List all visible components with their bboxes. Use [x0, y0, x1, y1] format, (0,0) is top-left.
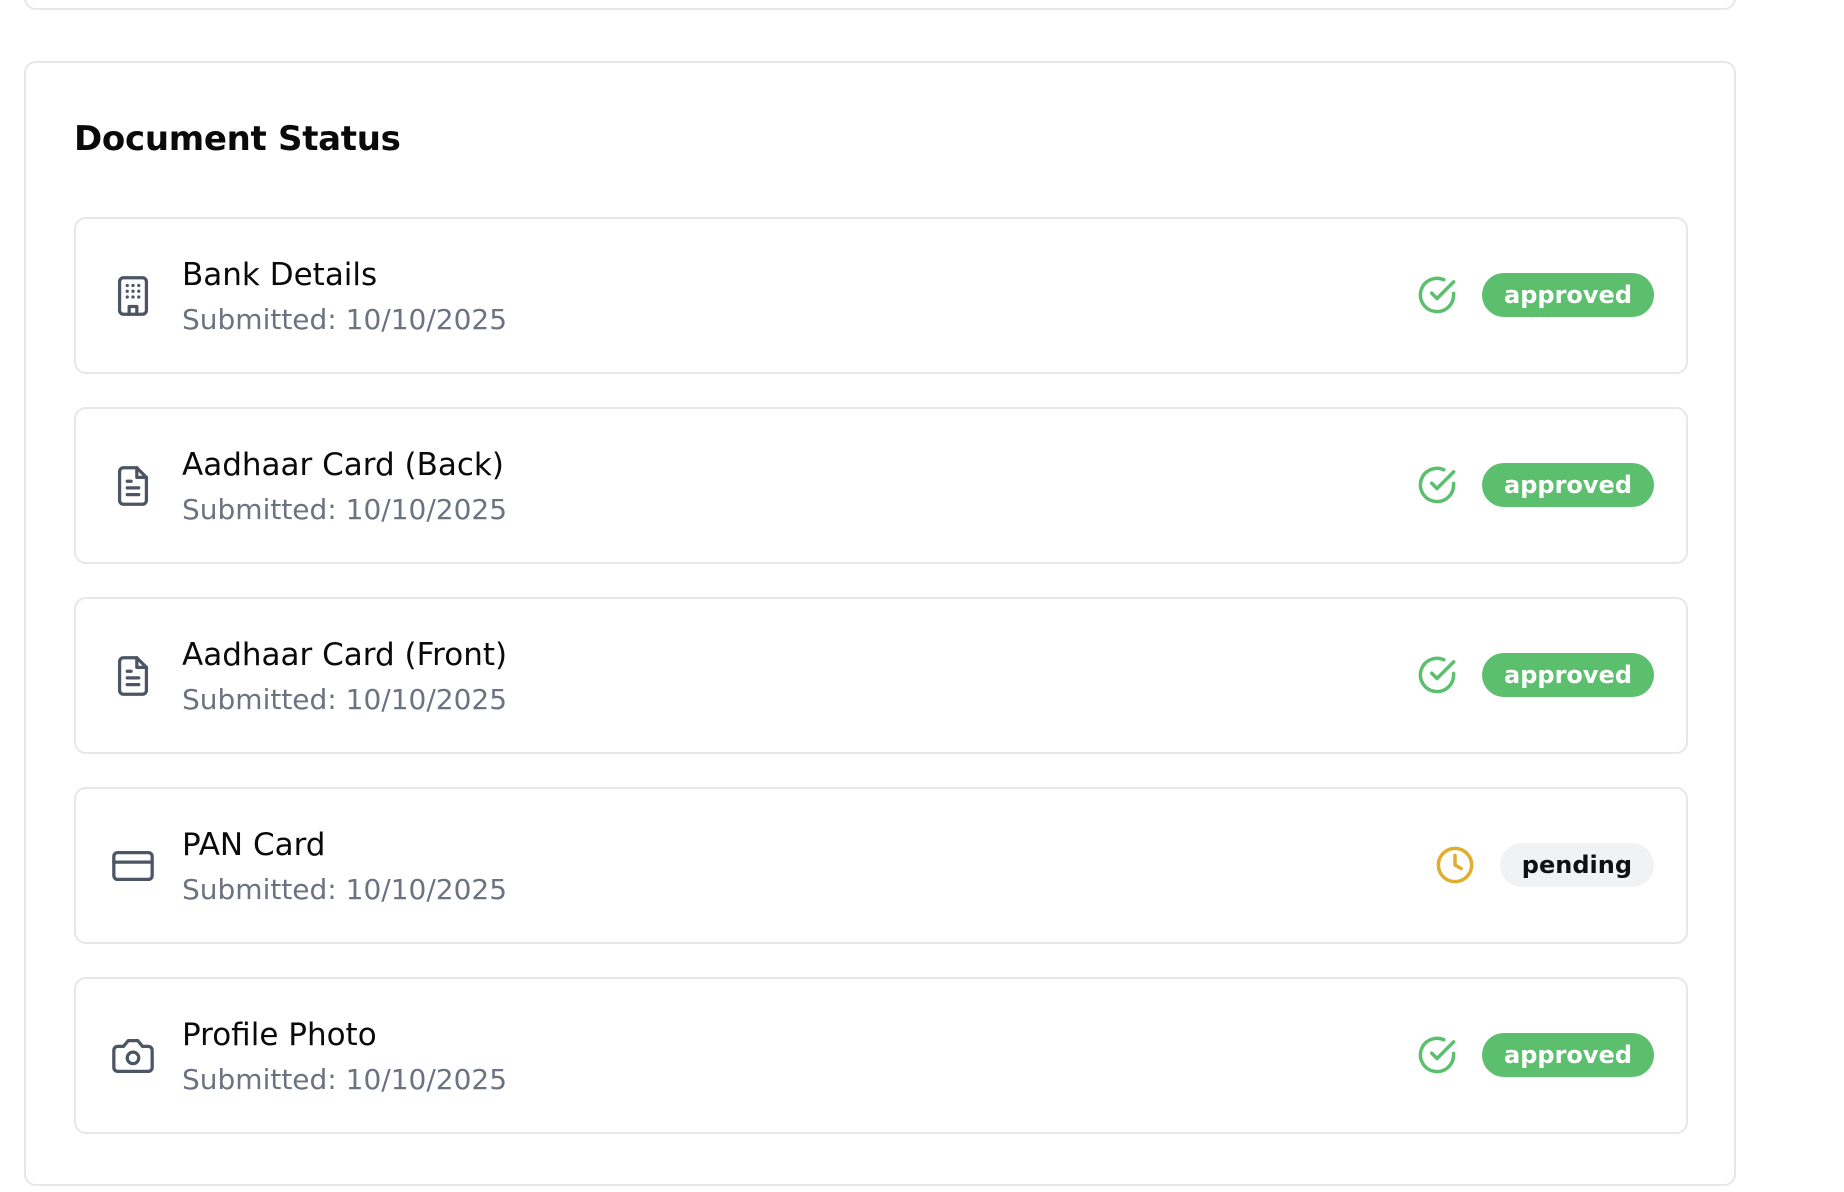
submitted-date: Submitted: 10/10/2025 [182, 493, 508, 526]
credit-card-icon [110, 843, 156, 889]
file-text-icon [110, 653, 156, 699]
document-name: Aadhaar Card (Front) [182, 637, 508, 673]
document-row-bank-details[interactable]: Bank Details Submitted: 10/10/2025 appro… [74, 217, 1688, 374]
status-badge: pending [1499, 843, 1654, 887]
status-badge: approved [1482, 273, 1654, 317]
status-group: pending [1434, 843, 1654, 887]
status-group: approved [1416, 273, 1654, 317]
submitted-date: Submitted: 10/10/2025 [182, 303, 508, 336]
document-row-aadhaar-back[interactable]: Aadhaar Card (Back) Submitted: 10/10/202… [74, 407, 1688, 564]
previous-card [24, 0, 1736, 10]
status-badge: approved [1482, 653, 1654, 697]
file-text-icon [110, 463, 156, 509]
document-status-card: Document Status Bank Details Submitted: … [24, 61, 1736, 1186]
submitted-date: Submitted: 10/10/2025 [182, 873, 508, 906]
check-circle-icon [1416, 654, 1458, 696]
check-circle-icon [1416, 274, 1458, 316]
check-circle-icon [1416, 1034, 1458, 1076]
status-group: approved [1416, 463, 1654, 507]
document-row-pan-card[interactable]: PAN Card Submitted: 10/10/2025 pending [74, 787, 1688, 944]
document-name: PAN Card [182, 827, 326, 863]
document-row-profile-photo[interactable]: Profile Photo Submitted: 10/10/2025 appr… [74, 977, 1688, 1134]
building-icon [110, 273, 156, 319]
camera-icon [110, 1033, 156, 1079]
document-row-aadhaar-front[interactable]: Aadhaar Card (Front) Submitted: 10/10/20… [74, 597, 1688, 754]
status-badge: approved [1482, 1033, 1654, 1077]
submitted-date: Submitted: 10/10/2025 [182, 683, 508, 716]
check-circle-icon [1416, 464, 1458, 506]
status-badge: approved [1482, 463, 1654, 507]
status-group: approved [1416, 1033, 1654, 1077]
document-list: Bank Details Submitted: 10/10/2025 appro… [74, 217, 1688, 1167]
card-title: Document Status [74, 119, 401, 159]
clock-icon [1434, 844, 1476, 886]
document-name: Bank Details [182, 257, 378, 293]
document-name: Aadhaar Card (Back) [182, 447, 504, 483]
document-name: Profile Photo [182, 1017, 377, 1053]
status-group: approved [1416, 653, 1654, 697]
submitted-date: Submitted: 10/10/2025 [182, 1063, 508, 1096]
